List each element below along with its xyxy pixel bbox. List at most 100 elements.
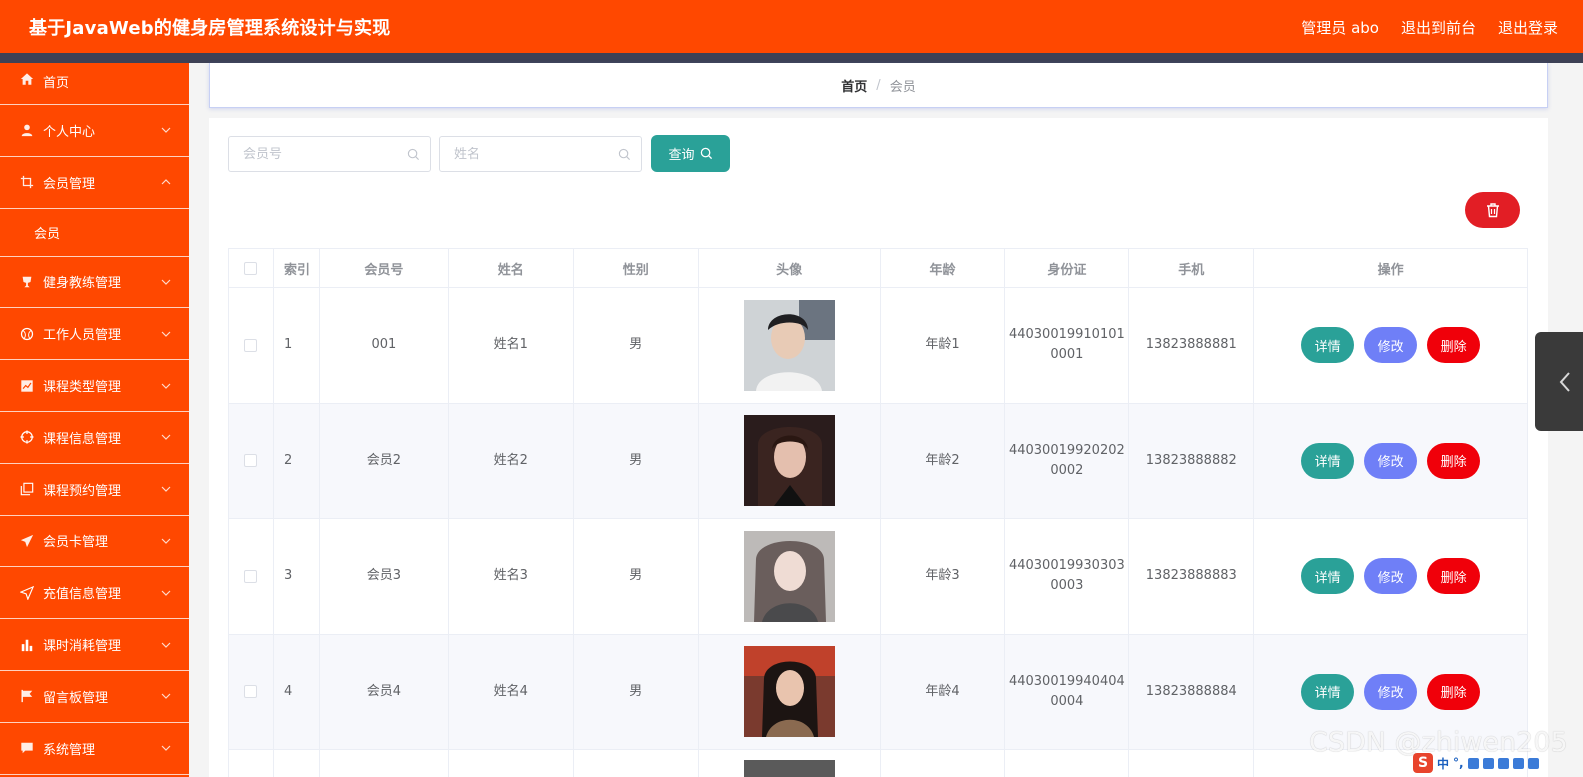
chevron-down-icon: [161, 127, 171, 134]
index-cell: 2: [274, 403, 320, 518]
member-table: 索引 会员号 姓名 性别 头像 年龄 身份证 手机 操作 1 001 姓名1 男…: [228, 248, 1528, 777]
breadcrumb-separator: /: [876, 77, 881, 93]
table-row: 3 会员3 姓名3 男 年龄3 44030019930303 0003 13823…: [228, 519, 1528, 635]
ime-mic-icon[interactable]: [1482, 757, 1494, 769]
row-select-cell: [229, 288, 274, 403]
sidebar-item-system-management[interactable]: 系统管理: [0, 723, 189, 775]
detail-button[interactable]: 详情: [1301, 327, 1355, 364]
sidebar-item-label: 首页: [43, 76, 70, 91]
id-card-line2: 0003: [1050, 578, 1084, 594]
member-no-cell: 会员4: [320, 634, 449, 749]
row-checkbox[interactable]: [244, 454, 258, 468]
aim-icon: [20, 430, 34, 444]
header-member-no: 会员号: [320, 249, 449, 287]
table-header: 索引 会员号 姓名 性别 头像 年龄 身份证 手机 操作: [228, 248, 1528, 288]
chevron-left-icon: [1559, 371, 1570, 392]
sidebar-item-label: 会员管理: [43, 176, 96, 192]
avatar: [743, 760, 835, 777]
detail-button[interactable]: 详情: [1301, 558, 1355, 595]
row-select-cell: [229, 750, 274, 777]
sidebar-item-class-hour-consumption-management[interactable]: 课时消耗管理: [0, 619, 189, 671]
age-cell: [881, 750, 1006, 777]
avatar: [743, 415, 835, 507]
sidebar-item-recharge-info-management[interactable]: 充值信息管理: [0, 567, 189, 620]
table-row: 1 001 姓名1 男 年龄1 44030019910101 0001 13823…: [228, 288, 1528, 404]
name-cell: 姓名4: [449, 634, 574, 749]
id-card-line1: 44030019910101: [1008, 327, 1125, 343]
ime-user-icon[interactable]: [1512, 757, 1524, 769]
gender-cell: 男: [574, 288, 699, 403]
index-cell: 3: [274, 519, 320, 634]
select-all-checkbox[interactable]: [244, 261, 258, 275]
member-no-search-field[interactable]: [228, 136, 431, 172]
actions-cell: 详情 修改 删除: [1254, 404, 1527, 519]
sidebar-item-course-booking-management[interactable]: 课程预约管理: [0, 464, 189, 516]
name-cell: [449, 750, 574, 777]
name-cell: 姓名1: [449, 288, 574, 403]
main-content: 查询 索引 会员号 姓名 性别 头像 年龄 身份证 手机 操作 1 001 姓名…: [209, 118, 1548, 777]
ime-punctuation-indicator[interactable]: °,: [1453, 756, 1464, 770]
chevron-down-icon: [161, 693, 171, 700]
id-card-cell: 44030019920202 0002: [1005, 403, 1130, 518]
sogou-ime-icon[interactable]: S: [1413, 753, 1433, 773]
trash-icon: [1486, 203, 1499, 218]
chat-icon: [20, 741, 34, 755]
id-card-line2: 0001: [1050, 347, 1084, 363]
id-card-line1: 44030019920202: [1008, 442, 1125, 458]
sidebar-item-course-type-management[interactable]: 课程类型管理: [0, 360, 189, 412]
batch-delete-button[interactable]: [1465, 192, 1520, 228]
age-cell: 年龄1: [881, 288, 1006, 403]
sidebar-item-staff-management[interactable]: 工作人员管理: [0, 308, 189, 361]
delete-button[interactable]: 删除: [1427, 327, 1481, 364]
logout-link[interactable]: 退出登录: [1498, 17, 1558, 38]
query-button[interactable]: 查询: [651, 135, 730, 172]
phone-cell: 13823888882: [1129, 403, 1255, 518]
avatar-cell: [699, 750, 881, 777]
ime-skin-icon[interactable]: [1527, 757, 1539, 769]
header-name: 姓名: [449, 249, 574, 287]
chevron-down-icon: [161, 745, 171, 752]
top-header: 基于JavaWeb的健身房管理系统设计与实现 管理员 abo 退出到前台 退出登…: [0, 0, 1583, 53]
row-checkbox[interactable]: [244, 685, 258, 699]
index-cell: [274, 750, 320, 777]
admin-name-link[interactable]: 管理员 abo: [1301, 17, 1379, 38]
sidebar-item-message-board-management[interactable]: 留言板管理: [0, 671, 189, 723]
sidebar-item-label: 健身教练管理: [43, 276, 122, 292]
header-phone: 手机: [1129, 249, 1255, 287]
exit-to-front-link[interactable]: 退出到前台: [1401, 17, 1476, 38]
edit-button[interactable]: 修改: [1364, 327, 1418, 364]
ime-keyboard-icon[interactable]: [1497, 757, 1509, 769]
id-card-cell: 44030019930303 0003: [1005, 519, 1130, 634]
position-icon: [20, 585, 34, 600]
edit-button[interactable]: 修改: [1364, 442, 1418, 479]
breadcrumb-home[interactable]: 首页: [841, 76, 867, 95]
delete-button[interactable]: 删除: [1427, 673, 1481, 710]
edit-button[interactable]: 修改: [1364, 673, 1418, 710]
avatar: [743, 530, 835, 622]
ime-emoji-icon[interactable]: [1467, 757, 1479, 769]
drawer-toggle-tab[interactable]: [1535, 332, 1583, 431]
member-no-input[interactable]: [243, 146, 403, 162]
detail-button[interactable]: 详情: [1301, 442, 1355, 479]
header-actions: 操作: [1377, 262, 1404, 278]
delete-button[interactable]: 删除: [1427, 442, 1481, 479]
age-cell: 年龄4: [881, 634, 1006, 749]
row-checkbox[interactable]: [244, 569, 258, 583]
sidebar-item-member-card-management[interactable]: 会员卡管理: [0, 516, 189, 568]
ime-language-indicator[interactable]: 中: [1437, 755, 1449, 772]
sidebar-item-personal-center[interactable]: 个人中心: [0, 105, 189, 157]
sidebar-item-member-management[interactable]: 会员管理: [0, 157, 189, 209]
detail-button[interactable]: 详情: [1301, 673, 1355, 710]
sidebar-item-coach-management[interactable]: 健身教练管理: [0, 257, 189, 309]
sidebar-subitem-member[interactable]: 会员: [0, 209, 189, 257]
sidebar-item-course-info-management[interactable]: 课程信息管理: [0, 412, 189, 464]
sidebar-item-label: 充值信息管理: [43, 587, 122, 603]
id-card-cell: [1005, 750, 1130, 777]
row-checkbox[interactable]: [244, 338, 258, 352]
name-search-field[interactable]: [439, 136, 642, 172]
sidebar-item-label: 课程类型管理: [43, 380, 122, 396]
edit-button[interactable]: 修改: [1364, 558, 1418, 595]
delete-button[interactable]: 删除: [1427, 558, 1481, 595]
name-input[interactable]: [454, 146, 614, 162]
sidebar-item-home[interactable]: 首页: [0, 63, 189, 105]
